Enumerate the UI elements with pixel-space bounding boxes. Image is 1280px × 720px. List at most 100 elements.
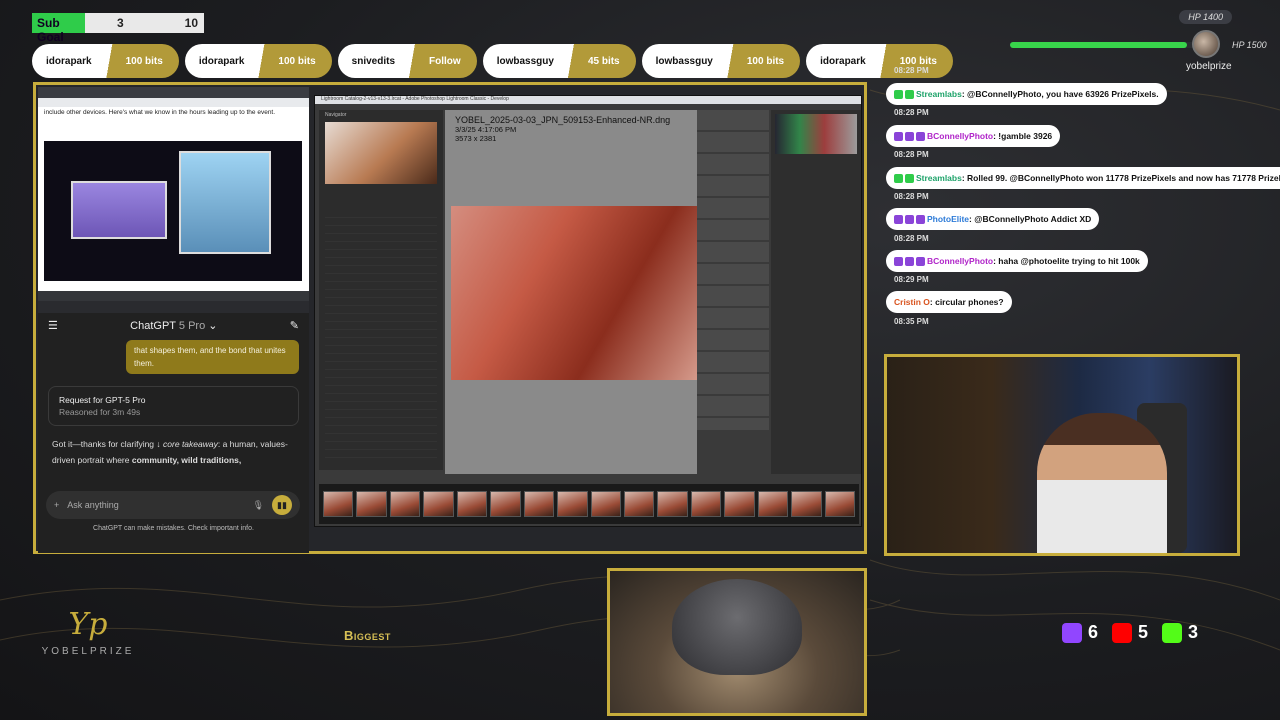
- alert-pill: lowbassguy 45 bits: [482, 44, 636, 78]
- alert-value: 45 bits: [567, 44, 636, 78]
- chat-input[interactable]: + Ask anything 🎙 ▮▮: [46, 491, 300, 519]
- filmstrip-thumb[interactable]: [557, 491, 588, 517]
- chat-timestamp: 08:28 PM: [894, 192, 929, 201]
- browser-tabs[interactable]: [38, 87, 309, 98]
- chatgpt-header: ☰ ChatGPT 5 Pro ⌄ ✎: [38, 313, 309, 338]
- chat-text: : haha @photoelite trying to hit 100k: [993, 256, 1140, 266]
- alert-name: idorapark: [184, 44, 259, 78]
- lightroom-right-panel[interactable]: [771, 110, 861, 474]
- streamer: [1037, 413, 1167, 553]
- model-selector[interactable]: ChatGPT 5 Pro ⌄: [130, 319, 217, 332]
- browser-window[interactable]: include other devices. Here's what we kn…: [38, 87, 309, 293]
- alert-value: Follow: [409, 44, 477, 78]
- chat-user: Streamlabs: [916, 89, 962, 99]
- chat-timestamp: 08:28 PM: [894, 150, 929, 159]
- cat: [672, 579, 802, 675]
- cat-cam: [607, 568, 867, 716]
- youtube-count-value: 5: [1138, 622, 1149, 642]
- screen-share-frame: include other devices. Here's what we kn…: [33, 82, 867, 554]
- lightroom-window-title: Lightroom Catalog-2-v13-v13-3.lrcat - Ad…: [315, 96, 861, 104]
- video-guests-tile: [71, 181, 167, 239]
- alert-pill: snivedits Follow: [337, 44, 477, 78]
- hp-bar: [1010, 42, 1196, 48]
- chat-timestamp: 08:28 PM: [894, 234, 929, 243]
- presets-list[interactable]: [325, 210, 437, 464]
- hp-username: yobelprize: [1186, 61, 1232, 72]
- plus-icon[interactable]: +: [54, 500, 59, 510]
- answer-emphasis: core takeaway: [163, 439, 218, 449]
- chat-user: Streamlabs: [916, 173, 962, 183]
- kick-icon: [1162, 623, 1183, 644]
- chat-input-placeholder: Ask anything: [67, 500, 119, 510]
- fox-photo[interactable]: [451, 206, 699, 380]
- filmstrip-thumb[interactable]: [423, 491, 454, 517]
- browser-address-bar[interactable]: [38, 98, 309, 107]
- chat-user: Cristin O: [894, 297, 930, 307]
- file-dimensions: 3573 x 2381: [455, 134, 497, 143]
- filmstrip-thumb[interactable]: [389, 491, 421, 517]
- lightroom-window: Lightroom Catalog-2-v13-v13-3.lrcat - Ad…: [314, 95, 862, 527]
- video-player[interactable]: [44, 141, 302, 281]
- chat-user: BConnellyPhoto: [927, 131, 994, 141]
- youtube-icon: [1112, 623, 1133, 644]
- reasoning-duration: Reasoned for 3m 49s: [59, 407, 141, 417]
- video-host-tile: [179, 151, 271, 254]
- scroll-down-icon[interactable]: ↓: [156, 439, 160, 449]
- lightroom-loupe[interactable]: YOBEL_2025-03-03_JPN_509153-Enhanced-NR.…: [445, 110, 699, 474]
- filmstrip-thumb[interactable]: [791, 491, 822, 517]
- microphone-icon[interactable]: 🎙: [253, 500, 264, 511]
- logo-mark: Yp: [68, 607, 108, 642]
- alerts-ticker: idorapark 100 bits idorapark 100 bits sniv…: [32, 44, 953, 78]
- sub-goal-label: Sub Goal: [32, 13, 85, 44]
- chat-text: : circular phones?: [929, 297, 1004, 307]
- filmstrip-thumb[interactable]: [456, 491, 488, 517]
- new-chat-icon[interactable]: ✎: [290, 319, 299, 332]
- alert-name: lowbassguy: [482, 44, 568, 78]
- hp-bar-fill: [1010, 42, 1187, 48]
- chat-timestamp: 08:35 PM: [894, 317, 929, 326]
- chat-text: : @BConnellyPhoto, you have 63926 PrizeP…: [961, 89, 1159, 99]
- alert-pill: lowbassguy 100 bits: [641, 44, 801, 78]
- filmstrip-thumb[interactable]: [323, 491, 354, 517]
- chat-user: BConnellyPhoto: [927, 256, 994, 266]
- streamer-webcam: [884, 354, 1240, 556]
- filmstrip-thumb[interactable]: [623, 491, 655, 517]
- alert-pill: idorapark 100 bits: [32, 44, 179, 78]
- alert-value: 100 bits: [258, 44, 332, 78]
- filmstrip-thumb[interactable]: [657, 491, 688, 517]
- article-text: include other devices. Here's what we kn…: [44, 109, 276, 116]
- chat-user: PhotoElite: [927, 214, 970, 224]
- alert-name: lowbassguy: [641, 44, 727, 78]
- sub-goal-widget: Sub Goal 3 10: [32, 13, 204, 44]
- filmstrip-thumb[interactable]: [690, 491, 722, 517]
- menu-icon[interactable]: ☰: [48, 319, 58, 332]
- alert-name: snivedits: [337, 44, 410, 78]
- answer-start: Got it—thanks for clarifying: [52, 439, 155, 449]
- filmstrip-thumb[interactable]: [757, 491, 789, 517]
- chat-text: : !gamble 3926: [993, 131, 1053, 141]
- chat-timestamp: 08:28 PM: [894, 108, 929, 117]
- sub-goal-target: 10: [184, 16, 198, 30]
- reasoning-card[interactable]: Request for GPT-5 Pro Reasoned for 3m 49…: [48, 386, 299, 426]
- platform-counts: 6 5 3: [1062, 622, 1199, 644]
- chat-message: PhotoElite: @BConnellyPhoto Addict XD: [886, 208, 1100, 230]
- voice-mode-button[interactable]: ▮▮: [272, 495, 292, 515]
- chatgpt-tabs[interactable]: [38, 291, 309, 301]
- filmstrip-thumb[interactable]: [490, 491, 521, 517]
- filmstrip-thumb[interactable]: [523, 491, 555, 517]
- filmstrip-thumb[interactable]: [590, 491, 621, 517]
- chatgpt-model: 5 Pro: [178, 320, 206, 332]
- navigator-preview[interactable]: [325, 122, 437, 184]
- filmstrip-thumb[interactable]: [824, 491, 855, 517]
- kick-count-value: 3: [1188, 622, 1199, 642]
- navigator-label: Navigator: [325, 112, 347, 118]
- filmstrip-thumb[interactable]: [356, 491, 387, 517]
- youtube-count: 5: [1112, 622, 1149, 644]
- file-name: YOBEL_2025-03-03_JPN_509153-Enhanced-NR.…: [455, 115, 671, 125]
- filmstrip-thumb[interactable]: [724, 491, 755, 517]
- filmstrip[interactable]: [319, 484, 859, 524]
- chat-message: Cristin O: circular phones?: [886, 291, 1012, 313]
- chatgpt-address-bar[interactable]: [38, 301, 309, 313]
- masks-panel[interactable]: [697, 110, 769, 430]
- sub-goal-current: 3: [117, 16, 124, 30]
